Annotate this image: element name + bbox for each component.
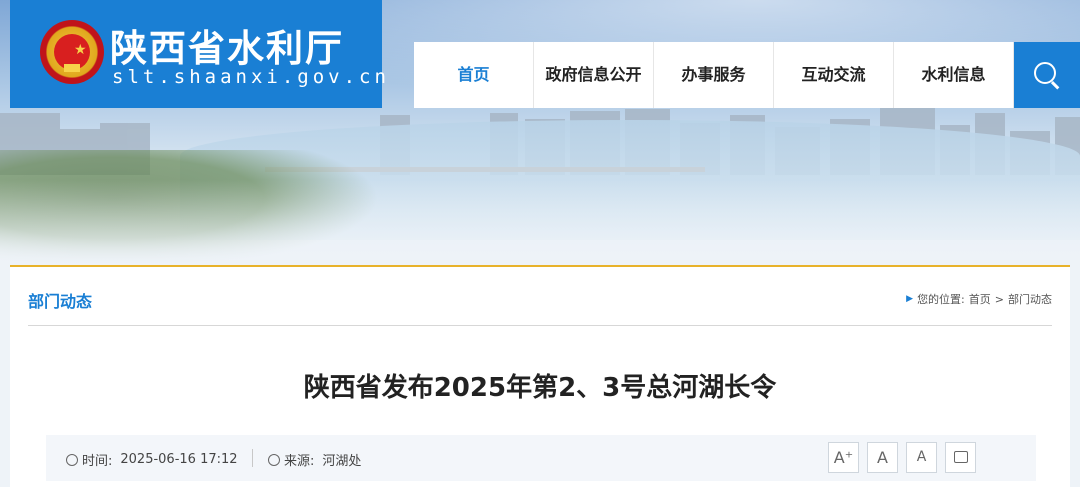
- breadcrumb-prefix: 您的位置:: [917, 293, 965, 306]
- nav-item-water-info[interactable]: 水利信息: [894, 42, 1014, 108]
- main-nav: 首页 政府信息公开 办事服务 互动交流 水利信息: [414, 42, 1014, 108]
- article-title: 陕西省发布2025年第2、3号总河湖长令: [303, 373, 777, 403]
- time-label: 时间:: [82, 454, 113, 469]
- publish-time: 时间: 2025-06-16 17:12: [66, 450, 238, 469]
- clock-icon: [66, 453, 78, 466]
- source-value: 河湖处: [322, 454, 362, 469]
- font-medium-button[interactable]: A: [867, 442, 898, 473]
- content-card: 部门动态 ▶ 您的位置: 首页 > 部门动态 陕西省发布2025年第2、3号总河…: [10, 265, 1070, 487]
- search-button[interactable]: [1014, 42, 1080, 108]
- breadcrumb-home[interactable]: 首页: [969, 291, 991, 307]
- nav-item-interaction[interactable]: 互动交流: [774, 42, 894, 108]
- font-large-button[interactable]: A⁺: [828, 442, 859, 473]
- meta-separator: [252, 449, 253, 467]
- source-label: 来源:: [284, 454, 315, 469]
- breadcrumb-current[interactable]: 部门动态: [1008, 291, 1052, 307]
- breadcrumb: ▶ 您的位置: 首页 > 部门动态: [906, 291, 1052, 307]
- time-value: 2025-06-16 17:12: [120, 452, 238, 467]
- site-domain: slt.shaanxi.gov.cn: [112, 66, 390, 88]
- site-logo[interactable]: ★ 陕西省水利厅 slt.shaanxi.gov.cn: [10, 0, 386, 108]
- print-icon: [953, 451, 968, 463]
- compass-icon: [268, 453, 280, 466]
- nav-item-gov-info[interactable]: 政府信息公开: [534, 42, 654, 108]
- article-source: 来源: 河湖处: [268, 450, 361, 469]
- article-tools: A⁺ A A: [828, 442, 976, 473]
- article-meta-bar: 时间: 2025-06-16 17:12 来源: 河湖处 A⁺ A A: [46, 435, 1036, 481]
- nav-item-home[interactable]: 首页: [414, 42, 534, 108]
- banner-fade: [0, 180, 1080, 270]
- breadcrumb-separator: >: [994, 292, 1004, 306]
- national-emblem-icon: ★: [40, 20, 104, 84]
- site-title: 陕西省水利厅: [110, 27, 344, 70]
- font-small-button[interactable]: A: [906, 442, 937, 473]
- nav-item-services[interactable]: 办事服务: [654, 42, 774, 108]
- section-title: 部门动态: [28, 292, 93, 311]
- print-button[interactable]: [945, 442, 976, 473]
- location-arrow-icon: ▶: [906, 294, 914, 304]
- divider: [28, 325, 1052, 326]
